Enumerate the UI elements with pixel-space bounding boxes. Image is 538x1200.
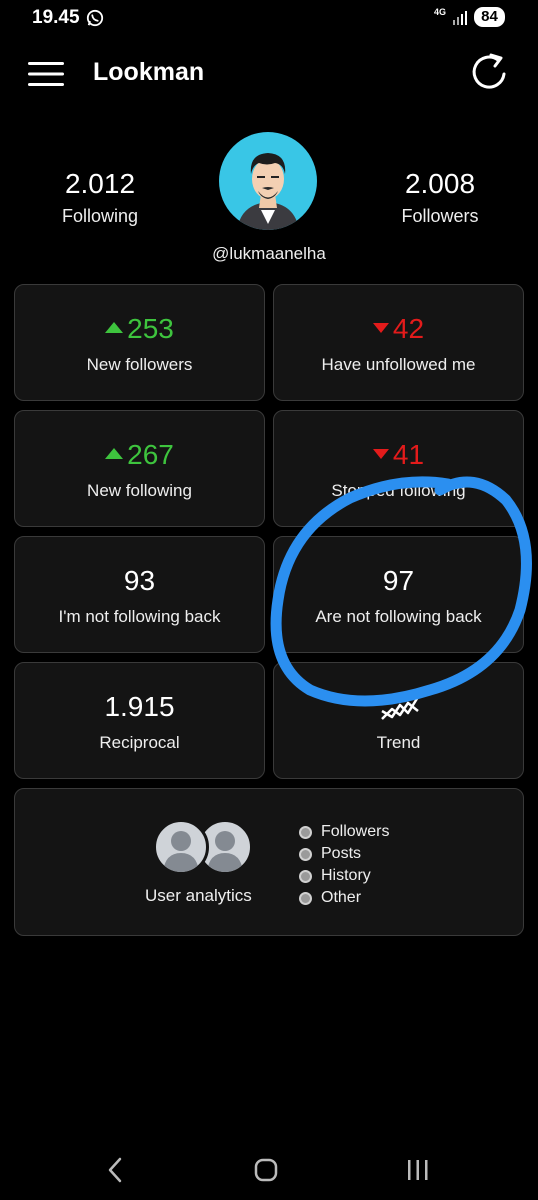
list-item: Other: [299, 887, 389, 909]
refresh-icon[interactable]: [470, 52, 512, 94]
menu-icon[interactable]: [26, 60, 66, 88]
up-arrow-icon: [105, 322, 124, 334]
are-not-following-back-label: Are not following back: [315, 607, 482, 626]
list-item: History: [299, 865, 389, 887]
unfollowed-value: 42: [392, 313, 425, 344]
bullet-icon: [299, 869, 312, 883]
profile-avatar-illustration: [237, 153, 299, 230]
card-new-following[interactable]: 267 New following: [14, 410, 265, 527]
card-new-followers[interactable]: 253 New followers: [14, 284, 265, 401]
new-followers-label: New followers: [86, 355, 193, 374]
card-unfollowed-me[interactable]: 42 Have unfollowed me: [273, 284, 524, 401]
not-following-back-value: 93: [123, 565, 156, 596]
profile-username: @lukmaanelha: [212, 244, 326, 263]
list-item-label: Posts: [321, 845, 362, 862]
trend-label: Trend: [376, 733, 421, 752]
reciprocal-value: 1.915: [104, 691, 175, 722]
battery-indicator: 84: [474, 7, 505, 27]
following-stat[interactable]: 2.012 Following: [0, 168, 200, 227]
list-item-label: Followers: [321, 823, 390, 840]
stopped-following-value: 41: [392, 439, 425, 470]
bullet-icon: [299, 847, 312, 861]
followers-stat[interactable]: 2.008 Followers: [340, 168, 538, 227]
list-item: Posts: [299, 843, 389, 865]
not-following-back-label: I'm not following back: [58, 607, 221, 626]
are-not-following-back-value: 97: [382, 565, 415, 596]
card-value-wrap: 253: [15, 313, 264, 345]
list-item-label: Other: [321, 889, 362, 906]
list-item-label: History: [321, 867, 371, 884]
app-title: Lookman: [93, 58, 205, 86]
down-arrow-icon: [372, 322, 389, 333]
list-item: Followers: [299, 821, 389, 843]
back-icon[interactable]: [98, 1152, 134, 1188]
new-followers-value: 253: [127, 313, 174, 344]
profile-avatar[interactable]: [219, 132, 317, 230]
card-stopped-following[interactable]: 41 Stopped following: [273, 410, 524, 527]
bullet-icon: [299, 891, 312, 905]
following-label: Following: [61, 206, 139, 226]
signal-icon: [453, 11, 467, 25]
followers-count: 2.008: [404, 168, 476, 199]
card-are-not-following-back[interactable]: 97 Are not following back: [273, 536, 524, 653]
card-trend[interactable]: Trend: [273, 662, 524, 779]
nav-bar: [0, 1140, 538, 1200]
status-bar: 19.45 4G 84: [0, 0, 538, 40]
new-following-value: 267: [127, 439, 174, 470]
following-count: 2.012: [64, 168, 136, 199]
trend-chart-icon: [381, 696, 420, 720]
stopped-following-label: Stopped following: [331, 481, 466, 500]
card-user-analytics[interactable]: User analytics Followers Posts History O…: [14, 788, 524, 936]
status-time: 19.45: [32, 7, 80, 28]
reciprocal-label: Reciprocal: [99, 733, 180, 752]
followers-label: Followers: [401, 206, 479, 226]
user-silhouette-icon: [153, 819, 209, 875]
card-value-wrap: 267: [15, 439, 264, 471]
app-bar: Lookman: [0, 40, 538, 108]
card-reciprocal[interactable]: 1.915 Reciprocal: [14, 662, 265, 779]
whatsapp-icon: [86, 9, 104, 27]
recents-icon[interactable]: [400, 1152, 436, 1188]
network-type: 4G: [434, 7, 447, 17]
user-analytics-list: Followers Posts History Other: [299, 821, 389, 909]
unfollowed-label: Have unfollowed me: [321, 355, 476, 374]
up-arrow-icon: [105, 448, 124, 460]
user-analytics-label: User analytics: [145, 886, 252, 905]
card-value-wrap: 41: [274, 439, 523, 471]
down-arrow-icon: [372, 448, 389, 459]
new-following-label: New following: [87, 481, 192, 500]
bullet-icon: [299, 825, 312, 839]
card-value-wrap: 42: [274, 313, 523, 345]
card-not-following-back[interactable]: 93 I'm not following back: [14, 536, 265, 653]
home-icon[interactable]: [248, 1152, 284, 1188]
user-silhouette-graphic: [163, 831, 199, 872]
